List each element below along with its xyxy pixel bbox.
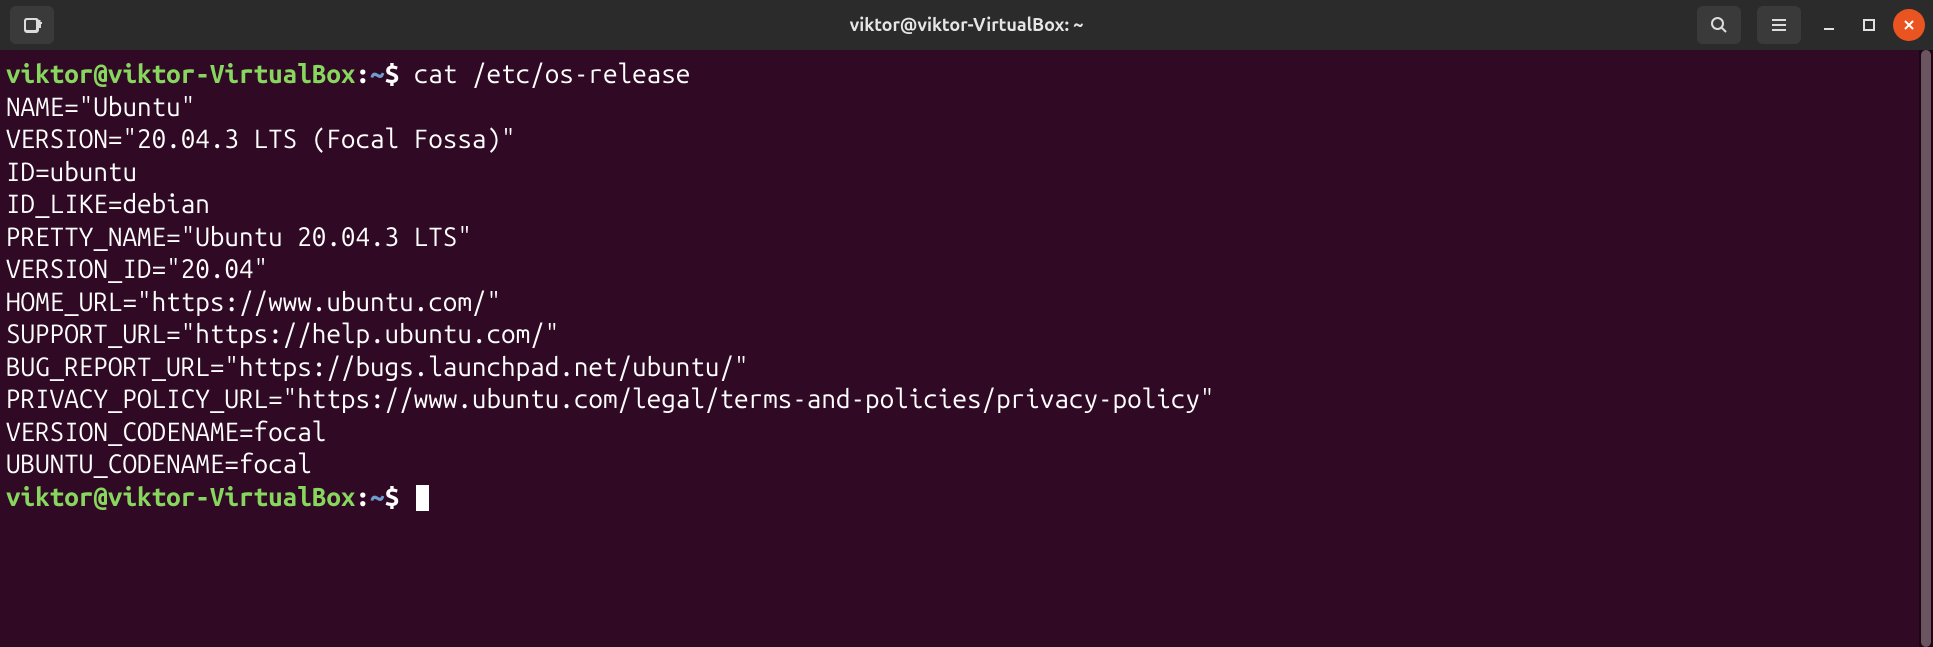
output-line: PRIVACY_POLICY_URL="https://www.ubuntu.c… <box>6 384 1214 413</box>
prompt-separator: : <box>355 482 370 511</box>
titlebar-left-controls <box>0 6 58 44</box>
output-line: BUG_REPORT_URL="https://bugs.launchpad.n… <box>6 352 749 381</box>
window-titlebar: viktor@viktor-VirtualBox: ~ <box>0 0 1933 50</box>
minimize-button[interactable] <box>1813 9 1845 41</box>
window-title: viktor@viktor-VirtualBox: ~ <box>850 15 1084 35</box>
prompt-path: ~ <box>370 482 385 511</box>
output-line: SUPPORT_URL="https://help.ubuntu.com/" <box>6 319 559 348</box>
minimize-icon <box>1822 18 1836 32</box>
terminal-area[interactable]: viktor@viktor-VirtualBox:~$ cat /etc/os-… <box>0 50 1919 647</box>
search-icon <box>1710 16 1728 34</box>
command-value: cat /etc/os-release <box>414 59 691 88</box>
close-icon <box>1902 18 1916 32</box>
prompt-symbol: $ <box>385 59 400 88</box>
scrollbar-thumb[interactable] <box>1921 50 1931 647</box>
new-tab-button[interactable] <box>10 6 54 44</box>
maximize-button[interactable] <box>1853 9 1885 41</box>
output-line: PRETTY_NAME="Ubuntu 20.04.3 LTS" <box>6 222 472 251</box>
output-line: NAME="Ubuntu" <box>6 92 195 121</box>
text-cursor <box>416 485 429 511</box>
output-line: ID_LIKE=debian <box>6 189 210 218</box>
close-button[interactable] <box>1893 9 1925 41</box>
output-line: VERSION="20.04.3 LTS (Focal Fossa)" <box>6 124 516 153</box>
vertical-scrollbar[interactable] <box>1919 50 1933 647</box>
prompt-separator: : <box>355 59 370 88</box>
output-line: VERSION_ID="20.04" <box>6 254 268 283</box>
menu-button[interactable] <box>1757 6 1801 44</box>
prompt-user-host: viktor@viktor-VirtualBox <box>6 482 355 511</box>
titlebar-right-controls <box>1693 6 1933 44</box>
output-line: UBUNTU_CODENAME=focal <box>6 449 312 478</box>
prompt-user-host: viktor@viktor-VirtualBox <box>6 59 355 88</box>
hamburger-icon <box>1770 16 1788 34</box>
command-text: cat /etc/os-release <box>399 59 690 88</box>
maximize-icon <box>1862 18 1876 32</box>
search-button[interactable] <box>1697 6 1741 44</box>
terminal-wrap: viktor@viktor-VirtualBox:~$ cat /etc/os-… <box>0 50 1933 647</box>
new-tab-icon <box>22 15 42 35</box>
output-line: HOME_URL="https://www.ubuntu.com/" <box>6 287 501 316</box>
output-line: ID=ubuntu <box>6 157 137 186</box>
prompt-symbol: $ <box>385 482 400 511</box>
prompt-path: ~ <box>370 59 385 88</box>
output-line: VERSION_CODENAME=focal <box>6 417 326 446</box>
